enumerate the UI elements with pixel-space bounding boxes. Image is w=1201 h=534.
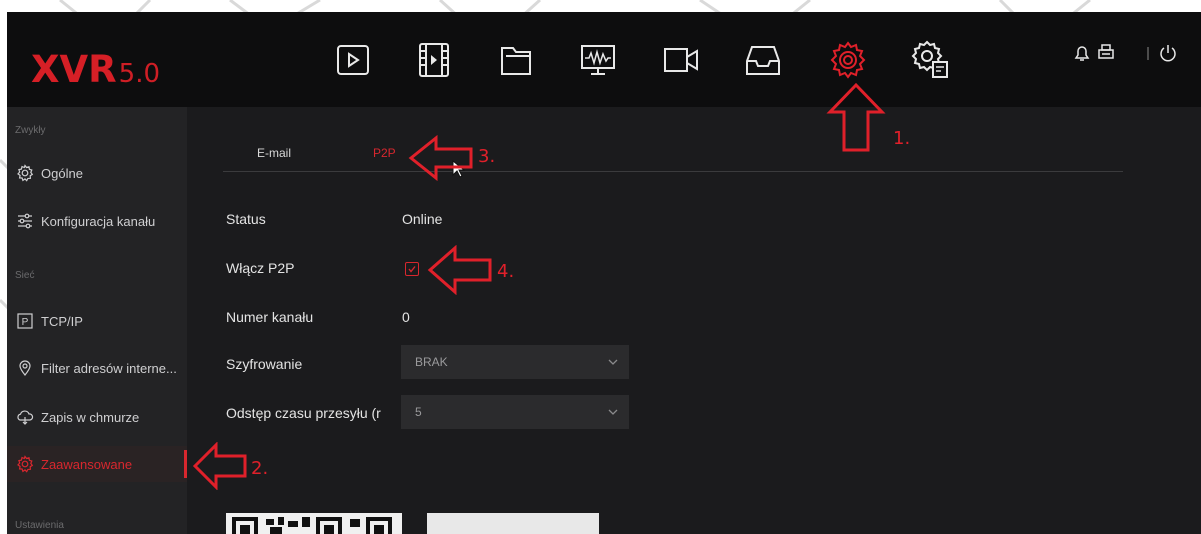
annotation-label-1: 1. xyxy=(893,128,911,149)
status-value: Online xyxy=(402,211,443,227)
status-label: Status xyxy=(226,211,266,227)
power-icon[interactable] xyxy=(1157,42,1179,64)
section-title-general: Zwykły xyxy=(15,125,46,136)
interval-label: Odstęp czasu przesyłu (r xyxy=(226,405,381,421)
system-settings-icon[interactable] xyxy=(910,39,952,81)
sliders-icon xyxy=(16,212,34,230)
interval-select[interactable]: 5 xyxy=(401,395,629,429)
enable-p2p-label: Włącz P2P xyxy=(226,260,295,276)
app-logo: XVR5.0 xyxy=(31,48,160,91)
chevron-down-icon xyxy=(608,359,618,365)
section-title-network: Sieć xyxy=(15,270,35,281)
sidebar-item-label: Filter adresów interne... xyxy=(41,360,177,376)
chevron-down-icon xyxy=(608,409,618,415)
playback-icon[interactable] xyxy=(332,39,374,81)
divider xyxy=(1145,42,1151,64)
folder-icon[interactable] xyxy=(495,39,537,81)
printer-icon[interactable] xyxy=(1095,42,1117,64)
monitor-waveform-icon[interactable] xyxy=(577,39,619,81)
sidebar-item-label: Zapis w chmurze xyxy=(41,409,140,425)
interval-value: 5 xyxy=(415,405,422,419)
section-title-settings: Ustawienia xyxy=(15,520,64,531)
app-window: XVR5.0 Zwykły Ogólne Konfiguracja kanału… xyxy=(7,12,1201,534)
sidebar-item-tcpip[interactable]: P TCP/IP xyxy=(7,303,187,339)
top-bar: XVR5.0 xyxy=(7,12,1201,107)
encryption-value: BRAK xyxy=(415,355,448,369)
svg-text:P: P xyxy=(22,317,29,328)
sidebar-item-label: Ogólne xyxy=(41,165,83,181)
tab-bar: E-mail P2P xyxy=(223,137,1123,167)
sidebar-item-advanced[interactable]: Zaawansowane xyxy=(7,446,187,482)
sidebar-item-label: Konfiguracja kanału xyxy=(41,213,156,229)
channel-number-value: 0 xyxy=(402,309,410,325)
bell-icon[interactable] xyxy=(1071,42,1093,64)
inbox-icon[interactable] xyxy=(742,39,784,81)
advanced-gear-icon xyxy=(16,455,34,473)
tab-p2p[interactable]: P2P xyxy=(373,146,396,160)
sidebar-item-cloud-recording[interactable]: Zapis w chmurze xyxy=(7,399,187,435)
settings-gear-icon[interactable] xyxy=(827,39,869,81)
encryption-label: Szyfrowanie xyxy=(226,356,303,372)
channel-number-label: Numer kanału xyxy=(226,309,314,325)
tab-divider xyxy=(223,171,1123,172)
sidebar-item-label: TCP/IP xyxy=(41,313,83,329)
camera-icon[interactable] xyxy=(660,39,702,81)
main-content: E-mail P2P Status Online Włącz P2P Numer… xyxy=(187,107,1201,534)
sidebar-item-channel-config[interactable]: Konfiguracja kanału xyxy=(7,203,187,239)
logo-version: 5.0 xyxy=(118,59,161,89)
video-clip-icon[interactable] xyxy=(413,39,455,81)
sidebar-item-ip-filter[interactable]: Filter adresów interne... xyxy=(7,350,187,386)
tab-email[interactable]: E-mail xyxy=(257,146,291,160)
p-box-icon: P xyxy=(16,312,34,330)
logo-brand: XVR xyxy=(31,48,117,91)
annotation-label-3: 3. xyxy=(478,146,496,167)
qr-code-placeholder xyxy=(427,513,599,534)
map-pin-icon xyxy=(16,359,34,377)
sidebar: Zwykły Ogólne Konfiguracja kanału Sieć P… xyxy=(7,107,187,534)
checkmark-icon xyxy=(408,266,416,273)
enable-p2p-checkbox[interactable] xyxy=(405,262,419,276)
mouse-cursor-icon xyxy=(452,160,466,178)
qr-code xyxy=(226,513,402,534)
encryption-select[interactable]: BRAK xyxy=(401,345,629,379)
cloud-icon xyxy=(16,408,34,426)
gear-icon xyxy=(16,164,34,182)
annotation-label-2: 2. xyxy=(251,458,269,479)
sidebar-item-label: Zaawansowane xyxy=(41,456,133,472)
sidebar-item-general[interactable]: Ogólne xyxy=(7,155,187,191)
annotation-label-4: 4. xyxy=(497,261,515,282)
